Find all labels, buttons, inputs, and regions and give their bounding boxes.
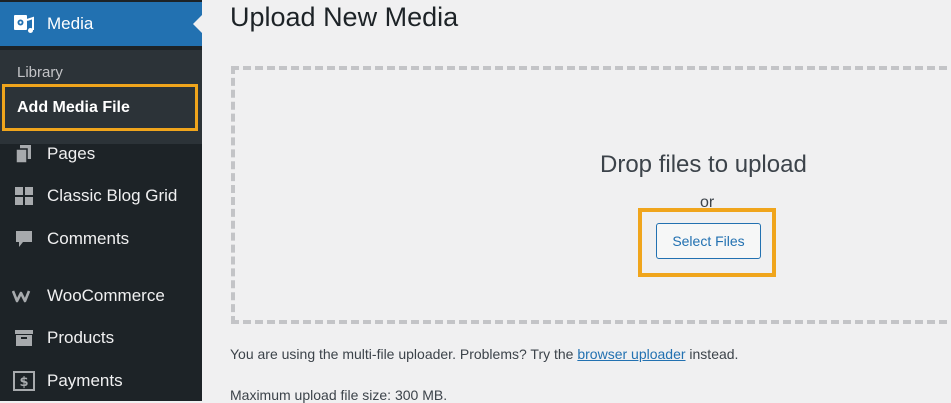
- pages-icon: [12, 142, 36, 166]
- sidebar-item-media[interactable]: Media: [0, 2, 202, 46]
- uploader-note-prefix: You are using the multi-file uploader. P…: [230, 346, 578, 362]
- sidebar-item-pages[interactable]: Pages: [0, 132, 202, 176]
- submenu-item-library[interactable]: Library: [17, 64, 63, 81]
- sidebar-item-label: Media: [47, 14, 94, 33]
- uploader-note: You are using the multi-file uploader. P…: [230, 346, 738, 362]
- media-icon: [12, 12, 36, 36]
- uploader-note-suffix: instead.: [685, 346, 739, 362]
- sidebar-item-comments[interactable]: Comments: [0, 217, 202, 261]
- page-title: Upload New Media: [230, 2, 459, 32]
- drop-files-heading: Drop files to upload: [600, 151, 807, 178]
- sidebar-item-products[interactable]: Products: [0, 316, 202, 360]
- sidebar-item-label: Products: [47, 328, 115, 347]
- svg-text:$: $: [19, 375, 28, 390]
- admin-sidebar: Media Library Add Media File Pages Class…: [0, 0, 202, 401]
- sidebar-item-label: Comments: [47, 229, 130, 248]
- comments-icon: [12, 227, 36, 251]
- drag-drop-area[interactable]: [231, 66, 951, 324]
- sidebar-item-label: WooCommerce: [47, 286, 165, 305]
- woocommerce-icon: [12, 284, 36, 308]
- grid-icon: [12, 184, 36, 208]
- submenu-item-add-new[interactable]: Add Media File: [2, 84, 198, 131]
- browser-uploader-link[interactable]: browser uploader: [577, 346, 685, 362]
- products-icon: [12, 326, 36, 350]
- current-menu-arrow: [193, 15, 202, 33]
- sidebar-item-classic-blog-grid[interactable]: Classic Blog Grid: [0, 174, 202, 218]
- sidebar-item-payments[interactable]: $ Payments: [0, 359, 202, 403]
- sidebar-item-label: Classic Blog Grid: [47, 186, 178, 205]
- sidebar-item-label: Pages: [47, 144, 96, 163]
- sidebar-item-woocommerce[interactable]: WooCommerce: [0, 274, 202, 318]
- payments-icon: $: [12, 369, 36, 393]
- sidebar-item-label: Payments: [47, 371, 123, 390]
- select-files-button[interactable]: Select Files: [656, 223, 761, 259]
